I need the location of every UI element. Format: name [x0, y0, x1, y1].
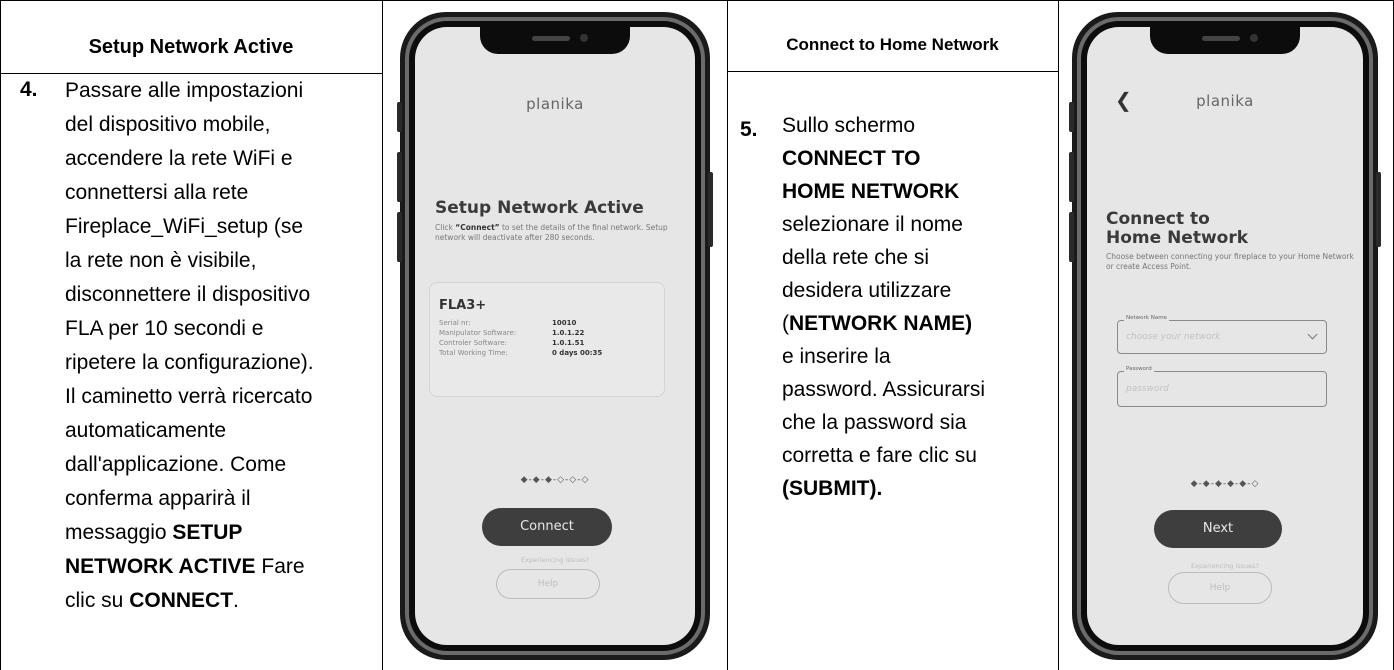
screen-subtitle: Click “Connect” to set the details of th…	[435, 223, 668, 242]
help-button[interactable]: Help	[496, 569, 600, 599]
phone-setup-network-screenshot: planika Setup Network Active Click “Conn…	[397, 12, 713, 660]
phone-notch	[1150, 27, 1300, 54]
password-placeholder: password	[1126, 384, 1169, 394]
phone-connect-home-screenshot: ❮ planika Connect to Home Network Choose …	[1069, 12, 1381, 660]
network-name-label: Network Name	[1124, 315, 1169, 321]
screen-title: Setup Network Active	[435, 198, 644, 218]
phone-side-button	[397, 102, 402, 132]
step-4-instructions: Passare alle impostazioni del dispositiv…	[65, 79, 314, 612]
column-header-setup-network: Setup Network Active	[88, 36, 294, 58]
header-divider-col3	[727, 71, 1058, 72]
device-info-value: 1.0.1.51	[552, 339, 585, 347]
connect-button[interactable]: Connect	[482, 508, 612, 546]
speaker-icon	[1202, 36, 1240, 41]
help-button[interactable]: Help	[1168, 572, 1272, 604]
column-divider-2	[727, 0, 728, 670]
table-border-left	[0, 0, 1, 670]
phone-side-button	[397, 212, 402, 262]
phone-side-button	[1069, 152, 1074, 202]
step-5-instructions: Sullo schermo CONNECT TO HOME NETWORK se…	[782, 114, 986, 500]
phone-side-button	[397, 152, 402, 202]
camera-icon	[580, 34, 588, 42]
screen-title: Connect to Home Network	[1106, 209, 1249, 248]
column-divider-1	[382, 0, 383, 670]
device-info-card: FLA3+ Serial nr: 10010 Manipulator Softw…	[429, 282, 665, 397]
step-number-5: 5.	[740, 118, 758, 141]
next-button[interactable]: Next	[1154, 510, 1282, 548]
column-header-connect-home: Connect to Home Network	[786, 35, 999, 54]
device-name: FLA3+	[439, 298, 487, 313]
column-divider-3	[1058, 0, 1059, 670]
app-brand-logo: planika	[526, 95, 584, 113]
network-name-select[interactable]: Network Name choose your network	[1117, 315, 1327, 354]
app-brand-logo: planika	[1196, 92, 1254, 110]
device-info-label: Controler Software:	[439, 339, 507, 347]
device-info-value: 0 days 00:35	[552, 349, 603, 357]
experiencing-issues-text: Experiencing issues?	[1191, 562, 1259, 570]
password-input[interactable]: Password password	[1117, 366, 1327, 407]
phone-screen: ❮ planika Connect to Home Network Choose …	[1087, 27, 1363, 645]
camera-icon	[1250, 34, 1258, 42]
device-info-label: Manipulator Software:	[439, 329, 517, 337]
step-number-4: 4.	[20, 78, 38, 101]
device-info-label: Serial nr:	[439, 319, 471, 327]
progress-indicator: ◆-◆-◆-◇-◇-◇	[520, 475, 590, 485]
phone-notch	[480, 27, 630, 54]
password-label: Password	[1124, 366, 1154, 372]
speaker-icon	[532, 36, 570, 41]
phone-side-button	[1069, 212, 1074, 262]
progress-indicator: ◆-◆-◆-◆-◆-◇	[1190, 479, 1260, 489]
experiencing-issues-text: Experiencing issues?	[521, 556, 589, 564]
phone-power-button	[1376, 172, 1381, 247]
network-name-placeholder: choose your network	[1126, 332, 1221, 342]
table-border-top	[0, 0, 1394, 1]
chevron-down-icon	[1307, 329, 1318, 340]
device-info-value: 1.0.1.22	[552, 329, 585, 337]
phone-side-button	[1069, 102, 1074, 132]
device-info-value: 10010	[552, 319, 577, 327]
device-info-label: Total Working Time:	[439, 349, 508, 357]
screen-subtitle: Choose between connecting your fireplace…	[1106, 252, 1354, 271]
phone-screen: planika Setup Network Active Click “Conn…	[415, 27, 695, 645]
phone-power-button	[708, 172, 713, 247]
